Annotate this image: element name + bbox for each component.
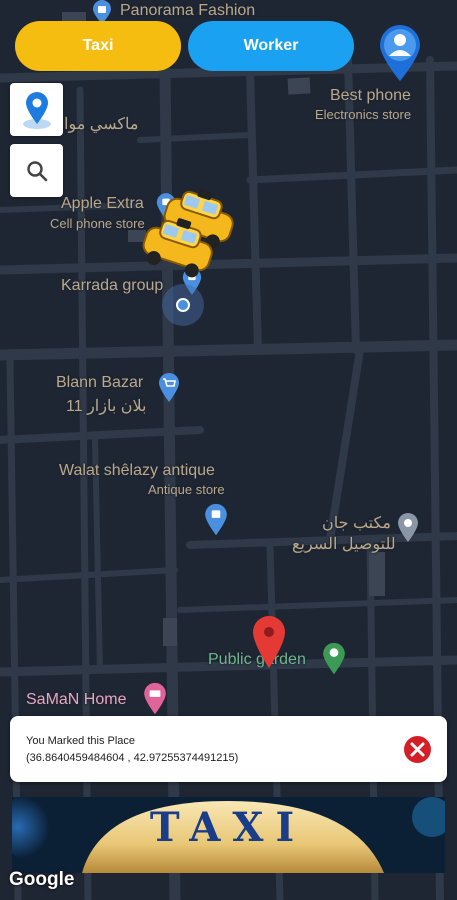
marked-place-coordinates: (36.8640459484604 , 42.97255374491215) <box>26 752 239 764</box>
close-icon <box>410 742 425 757</box>
poi-best-phone[interactable]: Best phone <box>330 87 411 105</box>
taxi-car-icon[interactable] <box>134 217 222 279</box>
poi-best-phone-category: Electronics store <box>315 107 412 122</box>
poi-blann-bazar-arabic: 11 بلان بازار <box>66 398 147 415</box>
taxi-mode-label: Taxi <box>82 37 114 54</box>
poi-maktab-jan-sub: للتوصيل السريع <box>292 536 396 553</box>
poi-maktab-jan[interactable]: مكتب جان <box>322 513 391 533</box>
poi-karrada-group[interactable]: Karrada group <box>61 277 163 295</box>
poi-walat-category: Antique store <box>148 482 225 497</box>
place-pin-icon[interactable] <box>396 512 420 542</box>
shopping-cart-pin-icon[interactable] <box>157 372 181 402</box>
taxi-banner-image: TAXI <box>12 797 445 873</box>
close-marked-place-button[interactable] <box>404 736 431 763</box>
poi-makasi[interactable]: ماكسي موا <box>64 114 138 134</box>
poi-blann-bazar[interactable]: Blann Bazar <box>56 374 143 392</box>
taxi-mode-button[interactable]: Taxi <box>15 21 181 71</box>
marked-location-pin-icon[interactable] <box>251 614 287 668</box>
banner-taxi-text: TAXI <box>150 804 306 851</box>
poi-walat-antique[interactable]: Walat shêlazy antique <box>59 462 215 480</box>
current-location-dot <box>162 284 204 326</box>
home-goods-pin-icon[interactable] <box>142 681 168 715</box>
poi-apple-extra[interactable]: Apple Extra <box>61 195 144 213</box>
marked-place-card: You Marked this Place (36.8640459484604 … <box>10 716 447 782</box>
poi-apple-extra-category: Cell phone store <box>50 216 145 231</box>
worker-mode-label: Worker <box>243 37 299 54</box>
profile-pin-icon[interactable] <box>378 23 422 81</box>
location-pin-icon <box>22 91 51 129</box>
my-location-button[interactable] <box>10 83 63 136</box>
poi-saman-home[interactable]: SaMaN Home <box>26 691 126 709</box>
marked-place-title: You Marked this Place <box>26 735 136 747</box>
google-logo: Google <box>9 869 75 890</box>
search-icon <box>26 160 47 181</box>
shopping-bag-pin-icon[interactable] <box>203 502 229 536</box>
search-button[interactable] <box>10 144 63 197</box>
worker-mode-button[interactable]: Worker <box>188 21 354 71</box>
poi-panorama-fashion[interactable]: Panorama Fashion <box>120 2 255 20</box>
park-pin-icon[interactable] <box>321 641 347 675</box>
